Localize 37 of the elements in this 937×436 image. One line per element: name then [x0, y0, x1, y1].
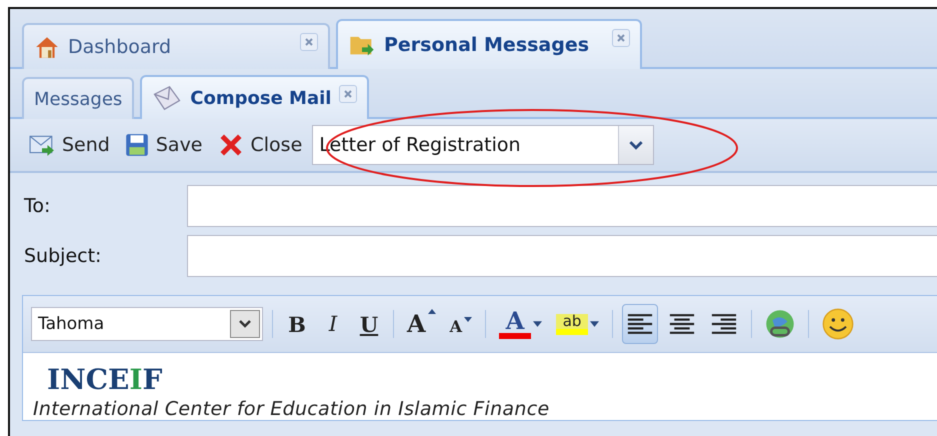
- font-dropdown[interactable]: Tahoma: [31, 307, 263, 341]
- align-right-icon: [710, 313, 738, 335]
- italic-button[interactable]: I: [318, 304, 348, 344]
- align-left-icon: [626, 313, 654, 335]
- close-button[interactable]: Close: [212, 126, 306, 164]
- envelope-icon: [152, 83, 182, 113]
- align-left-button[interactable]: [622, 304, 658, 344]
- tab[interactable]: Dashboard: [22, 23, 330, 69]
- input-field[interactable]: [187, 185, 937, 227]
- tagline-text: International Center for Education in Islamic Finance: [33, 398, 550, 420]
- caret-icon: [629, 140, 644, 150]
- bold-button[interactable]: B: [282, 304, 312, 344]
- close-icon[interactable]: [300, 33, 318, 51]
- caret-icon: [533, 321, 542, 327]
- smiley-icon: [822, 308, 854, 340]
- tab[interactable]: Personal Messages: [336, 19, 642, 69]
- send-button[interactable]: Send: [24, 126, 114, 164]
- down-triangle-icon: [464, 317, 472, 322]
- close-icon[interactable]: [339, 85, 358, 103]
- field-label: To:: [24, 195, 52, 217]
- up-triangle-icon: [428, 309, 436, 314]
- decrease-font-size-button[interactable]: A: [446, 304, 476, 344]
- font-color-button[interactable]: A: [495, 304, 546, 344]
- tab[interactable]: Messages: [22, 77, 134, 119]
- underline-button[interactable]: U: [354, 304, 384, 344]
- caret-icon: [239, 320, 251, 328]
- save-button[interactable]: Save: [120, 126, 206, 164]
- caret-icon: [590, 321, 600, 327]
- close-icon[interactable]: [612, 29, 630, 47]
- input-field[interactable]: [187, 235, 937, 277]
- highlight-button[interactable]: ab: [552, 304, 604, 344]
- increase-font-size-button[interactable]: A: [403, 304, 440, 344]
- tab[interactable]: Compose Mail: [140, 75, 370, 119]
- globe-link-icon: [765, 309, 796, 339]
- inceif-logo: INCEIF: [46, 363, 162, 396]
- field-label: Subject:: [24, 245, 102, 267]
- align-center-icon: [668, 313, 696, 335]
